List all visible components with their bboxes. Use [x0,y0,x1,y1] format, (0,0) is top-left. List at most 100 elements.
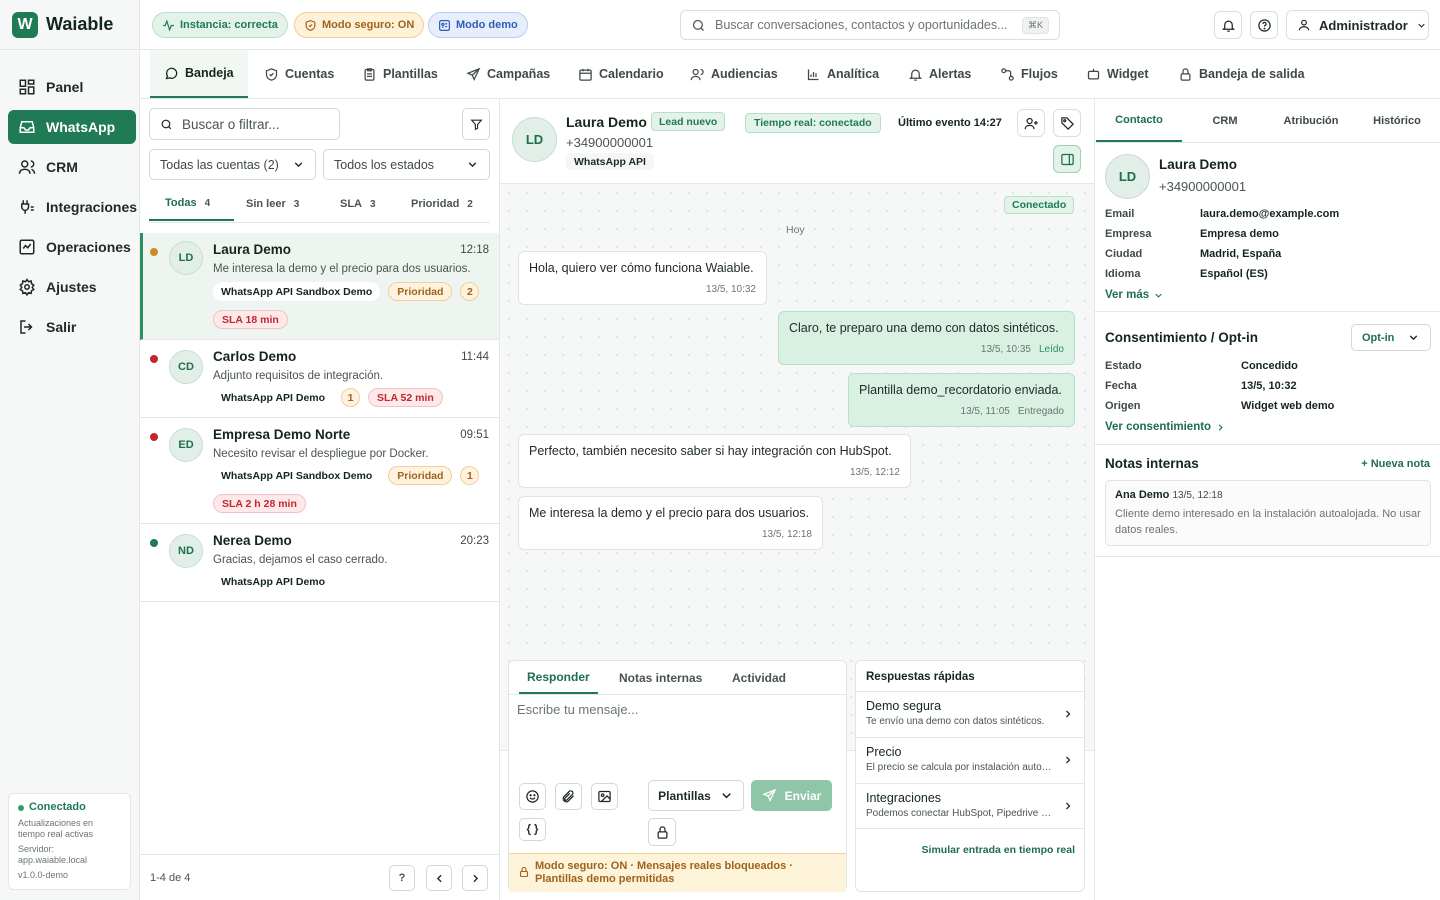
message-time: 13/5, 11:05 [960,406,1010,417]
tab-historico[interactable]: Histórico [1354,99,1440,142]
sidebar-item-ajustes[interactable]: Ajustes [8,270,136,304]
tab-campanas[interactable]: Campañas [466,50,550,98]
tab-alertas[interactable]: Alertas [908,50,971,98]
divider [1095,444,1440,445]
avatar: LD [1105,154,1150,199]
status-dot [150,539,158,547]
composer-tab-notas[interactable]: Notas internas [619,661,702,694]
conversation-search-input[interactable]: Buscar o filtrar... [149,108,340,140]
safe-mode-banner: Modo seguro: ON · Mensajes reales bloque… [509,853,846,892]
chevron-down-icon [1153,290,1164,301]
new-note-button[interactable]: + Nueva nota [1361,458,1430,470]
tab-bandeja[interactable]: Bandeja [150,50,248,98]
select-value: Todas las cuentas (2) [160,157,279,172]
variables-button[interactable] [519,818,546,841]
help-button[interactable]: ? [389,865,415,891]
chart-icon [806,67,821,82]
instance-status-pill[interactable]: Instancia: correcta [152,12,288,38]
tab-bandeja-salida[interactable]: Bandeja de salida [1178,50,1305,98]
view-consent-link[interactable]: Ver consentimiento [1105,421,1226,433]
subtab-sla[interactable]: SLA 3 [340,187,376,221]
tab-analitica[interactable]: Analítica [806,50,879,98]
field-label: Ciudad [1105,248,1143,260]
subtab-sin-leer[interactable]: Sin leer 3 [246,187,299,221]
tab-flujos[interactable]: Flujos [1000,50,1058,98]
tag-button[interactable] [1053,109,1081,137]
help-button[interactable] [1250,11,1278,39]
tab-contacto[interactable]: Contacto [1096,99,1182,142]
emoji-button[interactable] [519,783,546,810]
contact-name: Nerea Demo [213,533,292,548]
templates-dropdown[interactable]: Plantillas [648,780,744,811]
quick-replies-panel: Respuestas rápidas Demo segura Te envío … [855,660,1085,892]
message-input[interactable]: Escribe tu mensaje... [517,702,638,717]
lock-icon [1178,67,1193,82]
sidebar-item-operaciones[interactable]: Operaciones [8,230,136,264]
message-bubble-outgoing[interactable]: Plantilla demo_recordatorio enviada. 13/… [848,373,1075,427]
field-value-email[interactable]: laura.demo@example.com [1200,208,1339,220]
filter-button[interactable] [462,108,490,140]
conversation-item[interactable]: ND Nerea Demo 20:23 Gracias, dejamos el … [140,524,499,602]
composer-tab-responder[interactable]: Responder [519,661,598,694]
composer-tab-actividad[interactable]: Actividad [732,661,786,694]
quick-replies-title: Respuestas rápidas [866,671,975,683]
message-bubble-incoming[interactable]: Hola, quiero ver cómo funciona Waiable. … [518,251,767,305]
sidebar-item-integraciones[interactable]: Integraciones [8,190,137,224]
sidebar-item-crm[interactable]: CRM [8,150,136,184]
chevron-down-icon [719,788,734,803]
simulate-realtime-link[interactable]: Simular entrada en tiempo real [922,844,1075,856]
safe-mode-pill[interactable]: Modo seguro: ON [294,12,425,38]
sidebar-item-whatsapp[interactable]: WhatsApp [8,110,136,144]
message-bubble-incoming[interactable]: Perfecto, también necesito saber si hay … [518,434,911,488]
demo-mode-pill[interactable]: Modo demo [428,12,528,38]
field-value-ciudad: Madrid, España [1200,248,1282,260]
grid-icon [18,78,36,96]
message-text: Hola, quiero ver cómo funciona Waiable. [529,261,754,275]
next-page-button[interactable] [462,865,488,891]
tab-plantillas[interactable]: Plantillas [362,50,438,98]
add-contact-button[interactable] [1017,109,1045,137]
prev-page-button[interactable] [426,865,452,891]
day-separator: Hoy [780,224,811,236]
plug-icon [18,198,36,216]
sidebar-item-panel[interactable]: Panel [8,70,136,104]
tab-calendario[interactable]: Calendario [578,50,664,98]
tab-widget[interactable]: Widget [1086,50,1149,98]
quick-reply-item[interactable]: Integraciones Podemos conectar HubSpot, … [856,783,1084,829]
quick-reply-item[interactable]: Demo segura Te envío una demo con datos … [856,691,1084,737]
tab-cuentas[interactable]: Cuentas [264,50,334,98]
pill-label: Modo seguro: ON [322,19,415,31]
chevron-down-icon [292,158,305,171]
tab-atribucion[interactable]: Atribución [1268,99,1354,142]
toggle-sidepanel-button[interactable] [1053,145,1081,173]
image-button[interactable] [591,783,618,810]
show-more-link[interactable]: Ver más [1105,289,1164,301]
status-select[interactable]: Todos los estados [323,149,490,180]
conversation-item[interactable]: LD Laura Demo 12:18 Me interesa la demo … [140,233,499,340]
subtab-todas[interactable]: Todas 4 [149,187,234,221]
lock-button[interactable] [648,818,676,846]
tab-audiencias[interactable]: Audiencias [690,50,778,98]
avatar: ED [169,428,203,462]
send-button[interactable]: Enviar [751,780,832,811]
accounts-select[interactable]: Todas las cuentas (2) [149,149,316,180]
channel-badge: WhatsApp API [566,153,654,170]
global-search[interactable]: Buscar conversaciones, contactos y oport… [680,10,1060,40]
app-logo[interactable]: W Waiable [0,0,140,50]
message-bubble-incoming[interactable]: Me interesa la demo y el precio para dos… [518,496,823,550]
app-name: Waiable [46,14,114,34]
tab-crm[interactable]: CRM [1182,99,1268,142]
conversation-item[interactable]: ED Empresa Demo Norte 09:51 Necesito rev… [140,418,499,524]
attach-button[interactable] [555,783,582,810]
user-menu[interactable]: Administrador [1286,10,1429,40]
notifications-button[interactable] [1214,11,1242,39]
conversation-item[interactable]: CD Carlos Demo 11:44 Adjunto requisitos … [140,340,499,418]
conversation-time: 11:44 [461,351,489,363]
quick-reply-item[interactable]: Precio El precio se calcula por instalac… [856,737,1084,783]
sidebar-item-salir[interactable]: Salir [8,310,136,344]
message-bubble-outgoing[interactable]: Claro, te preparo una demo con datos sin… [778,311,1075,365]
lead-badge: Lead nuevo [651,112,726,131]
subtab-prioridad[interactable]: Prioridad 2 [411,187,473,221]
note-card[interactable]: Ana Demo 13/5, 12:18 Cliente demo intere… [1105,480,1431,546]
optin-select[interactable]: Opt-in [1351,324,1431,351]
